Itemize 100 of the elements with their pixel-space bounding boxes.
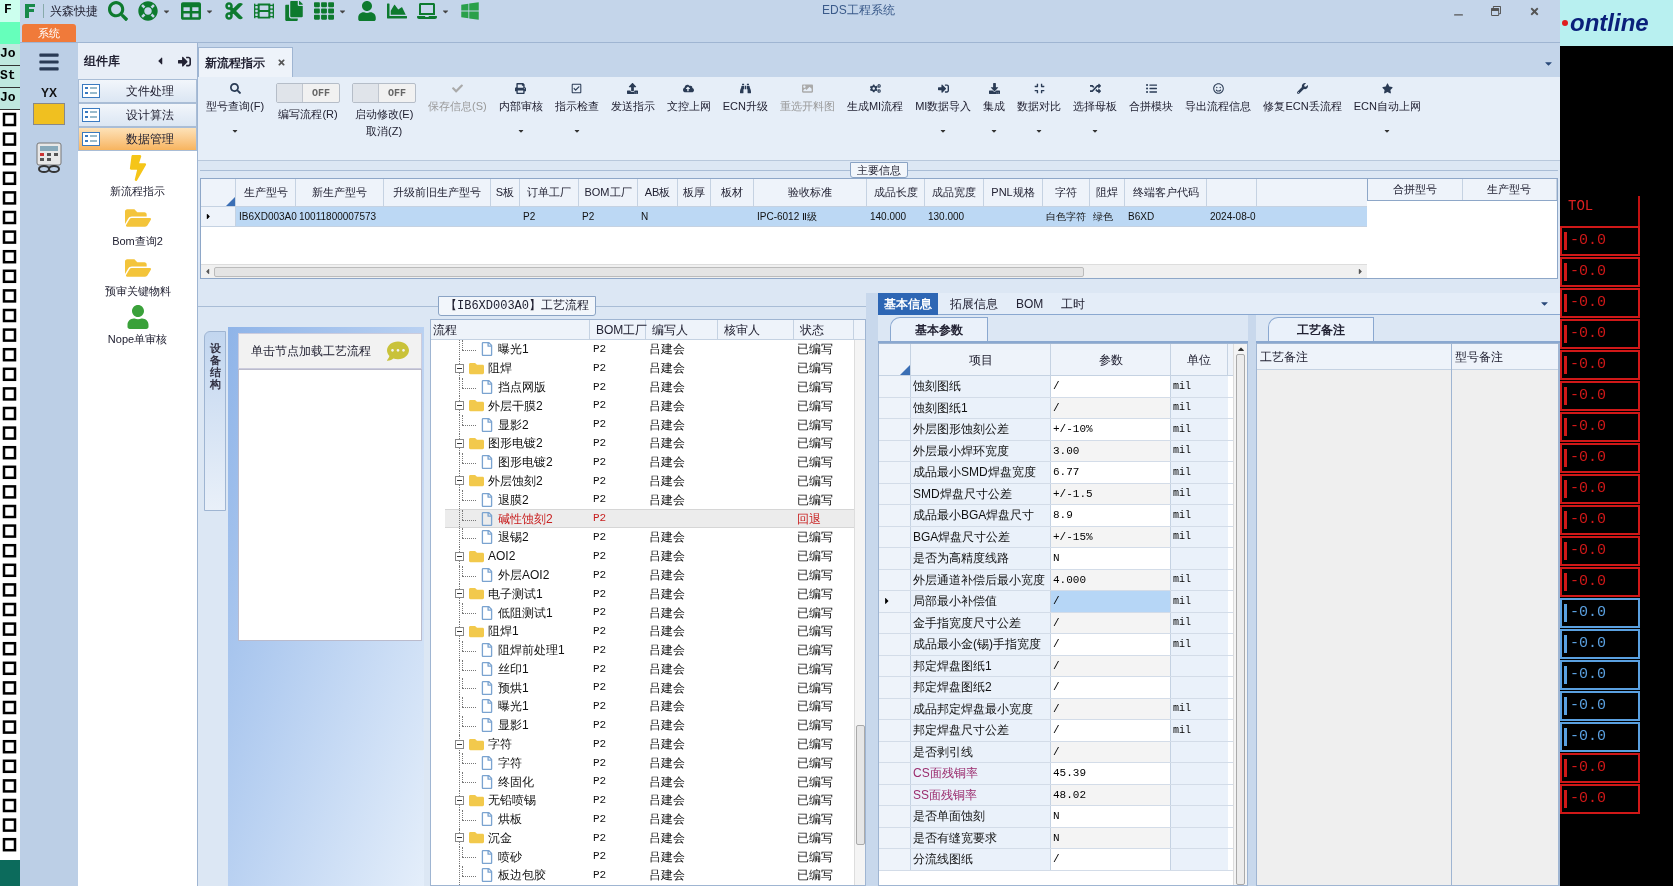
toolbar-button[interactable]: 数据对比	[1011, 79, 1068, 157]
panel-tab[interactable]: 工艺备注	[1268, 317, 1374, 341]
tree-row[interactable]: 曝光1 P2 吕建会 已编写	[445, 340, 854, 359]
collapse-icon[interactable]	[455, 476, 464, 486]
tree-row[interactable]: 无铅喷锡 P2 吕建会 已编写	[445, 790, 854, 810]
tree-row[interactable]: 终固化 P2 吕建会 已编写	[445, 772, 854, 791]
table-row[interactable]: 邦定焊盘图纸2 /	[879, 677, 1233, 699]
calculator-icon[interactable]	[34, 141, 64, 173]
tree-row[interactable]: 阻焊前处理1 P2 吕建会 已编写	[445, 640, 854, 660]
quick-access-icon[interactable]	[108, 1, 128, 21]
collapse-icon[interactable]	[455, 795, 464, 805]
tree-row[interactable]: 曝光1 P2 吕建会 已编写	[445, 697, 854, 716]
toolbar-button[interactable]: ECN自动上网	[1347, 79, 1427, 157]
horizontal-scrollbar[interactable]	[201, 264, 1367, 278]
document-tab[interactable]: 新流程指示	[198, 47, 293, 77]
tree-row[interactable]: 字符 P2 吕建会 已编写	[445, 734, 854, 754]
table-row[interactable]: CS面残铜率 45.39	[879, 763, 1233, 785]
tree-row[interactable]: 丝印1 P2 吕建会 已编写	[445, 659, 854, 679]
library-item[interactable]: 新流程指示	[78, 151, 197, 201]
tree-row[interactable]: 显影1 P2 吕建会 已编写	[445, 715, 854, 735]
tree-row[interactable]: 退锡2 P2 吕建会 已编写	[445, 528, 854, 547]
toolbar-button[interactable]: 集成	[977, 79, 1012, 157]
collapse-icon[interactable]	[455, 589, 464, 599]
collapse-icon[interactable]	[455, 739, 464, 749]
library-group[interactable]: 设计算法	[78, 103, 197, 127]
table-row[interactable]: 外层通道补偿后最小宽度 4.000 mil	[879, 569, 1233, 591]
detail-tab[interactable]: BOM	[1010, 293, 1050, 315]
tree-row[interactable]: 外层蚀刻2 P2 吕建会 已编写	[445, 471, 854, 491]
quick-access-icon[interactable]	[224, 1, 244, 21]
toolbar-button[interactable]: 导出流程信息	[1179, 79, 1258, 157]
table-row[interactable]: 局部最小补偿值 / mil	[879, 591, 1233, 613]
tree-row[interactable]: 预烘1 P2 吕建会 已编写	[445, 678, 854, 698]
vertical-scrollbar[interactable]	[854, 340, 865, 885]
collapse-icon[interactable]	[455, 833, 464, 843]
table-row[interactable]: 成品最小SMD焊盘宽度 6.77 mil	[879, 462, 1233, 484]
table-row[interactable]: 蚀刻图纸1 / mil	[879, 397, 1233, 419]
collapse-icon[interactable]	[455, 363, 464, 373]
tree-row[interactable]: 阻焊1 P2 吕建会 已编写	[445, 621, 854, 641]
toolbar-button[interactable]: 发送指示	[604, 79, 661, 157]
tree-row[interactable]: 图形电镀2 P2 吕建会 已编写	[445, 433, 854, 453]
quick-access-icon[interactable]	[138, 1, 158, 21]
restore-icon[interactable]	[1491, 6, 1501, 16]
quick-access-icon[interactable]	[181, 1, 201, 21]
collapse-icon[interactable]	[455, 626, 464, 636]
table-row[interactable]: 分流线图纸 /	[879, 849, 1233, 871]
table-row[interactable]: 外层最小焊环宽度 3.00 mil	[879, 440, 1233, 462]
toolbar-button[interactable]: 生成MI流程	[840, 79, 910, 157]
tree-row[interactable]: 阻焊 P2 吕建会 已编写	[445, 358, 854, 378]
collapse-icon[interactable]	[455, 401, 464, 411]
table-row[interactable]: 蚀刻图纸 / mil	[879, 376, 1233, 398]
toolbar-button[interactable]: MI数据导入	[909, 79, 978, 157]
toolbar-button[interactable]: 修复ECN丢流程	[1257, 79, 1348, 157]
detail-tab[interactable]: 拓展信息	[944, 293, 1004, 315]
table-row[interactable]: 成品最小BGA焊盘尺寸 8.9 mil	[879, 505, 1233, 527]
toolbar-button[interactable]: 合拼模块	[1123, 79, 1180, 157]
tree-row[interactable]: 电子测试1 P2 吕建会 已编写	[445, 584, 854, 604]
quick-access-icon[interactable]	[417, 1, 437, 21]
menu-icon[interactable]	[38, 51, 60, 73]
tree-row[interactable]: 挡点网版 P2 吕建会 已编写	[445, 377, 854, 397]
toolbar-button[interactable]: 内部审核	[492, 79, 549, 157]
table-row[interactable]: 成品最小金(锡)手指宽度 / mil	[879, 634, 1233, 656]
toggle-switch[interactable]: OFF	[352, 83, 417, 103]
table-row[interactable]: BGA焊盘尺寸公差 +/-15% mil	[879, 526, 1233, 548]
vertical-tab[interactable]: 设备结构	[204, 331, 226, 511]
tree-row[interactable]: 烘板 P2 吕建会 已编写	[445, 809, 854, 829]
table-row[interactable]: 是否剥引线 /	[879, 741, 1233, 763]
scroll-right-icon[interactable]	[1356, 267, 1365, 276]
library-group[interactable]: 文件处理	[78, 79, 197, 103]
sign-in-icon[interactable]	[178, 54, 191, 68]
quick-access-icon[interactable]	[314, 1, 334, 21]
table-row[interactable]: SMD焊盘尺寸公差 +/-1.5 mil	[879, 483, 1233, 505]
tree-row[interactable]: 字符 P2 吕建会 已编写	[445, 753, 854, 773]
toolbar-button[interactable]: 选择母板	[1067, 79, 1124, 157]
table-row[interactable]: SS面残铜率 48.02	[879, 784, 1233, 806]
close-icon[interactable]	[277, 58, 286, 67]
close-icon[interactable]	[1529, 5, 1540, 17]
collapse-icon[interactable]	[455, 551, 464, 561]
toolbar-button[interactable]: ECN升级	[716, 79, 774, 157]
detail-tab[interactable]: 工时	[1055, 293, 1092, 315]
collapse-icon[interactable]	[455, 438, 464, 448]
table-row[interactable]: 是否单面蚀刻 N	[879, 806, 1233, 828]
quick-access-icon[interactable]	[357, 1, 377, 21]
detail-tab[interactable]: 基本信息	[878, 293, 938, 315]
toolbar-button[interactable]: 文控上网	[660, 79, 717, 157]
quick-access-icon[interactable]	[284, 1, 304, 21]
tree-row[interactable]: AOI2 P2 吕建会 已编写	[445, 546, 854, 566]
quick-access-icon[interactable]	[254, 1, 274, 21]
toolbar-button[interactable]: 型号查询(F)	[200, 79, 271, 157]
table-row[interactable]: 邦定焊盘图纸1 /	[879, 655, 1233, 677]
quick-access-icon[interactable]	[387, 1, 407, 21]
tree-row[interactable]: 图形电镀2 P2 吕建会 已编写	[445, 452, 854, 472]
panel-tab[interactable]: 基本参数	[890, 317, 988, 341]
tree-row[interactable]: 板边包胶 P2 吕建会 已编写	[445, 866, 854, 885]
table-row[interactable]: 是否为高精度线路 N	[879, 548, 1233, 570]
tree-row[interactable]: 沉金 P2 吕建会 已编写	[445, 828, 854, 848]
table-row[interactable]: 成品邦定焊盘最小宽度 / mil	[879, 698, 1233, 720]
library-item[interactable]: Nope单审核	[78, 301, 197, 351]
tree-row[interactable]: 碱性蚀刻2 P2 回退	[445, 509, 854, 529]
library-item[interactable]: 预审关键物料	[78, 251, 197, 301]
table-row[interactable]: IB6XD003A0 10011800007573 P2 P2 N IPC-6012 Ⅱ级 140.000 130.000 白色字符 绿色 B6XD 2024-08-0	[201, 207, 1367, 227]
